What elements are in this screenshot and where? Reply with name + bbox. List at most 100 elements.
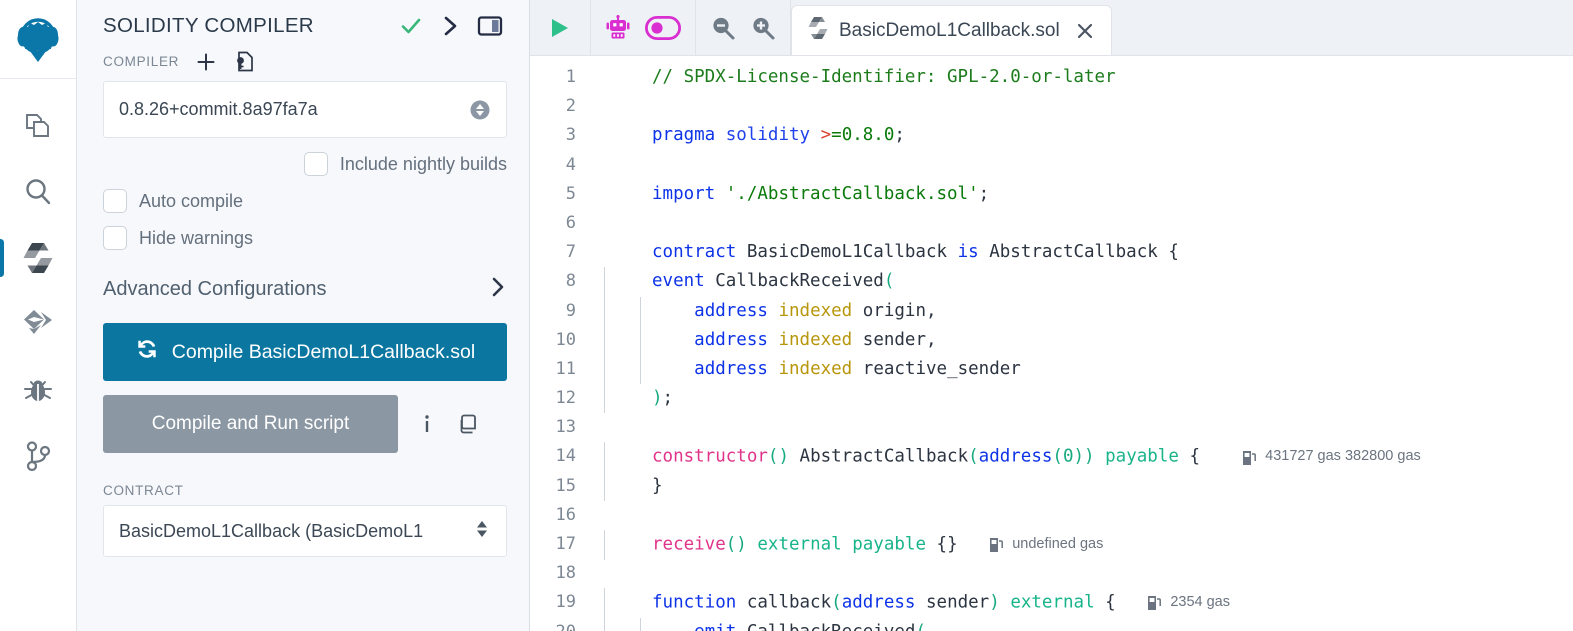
code-line: 9 address indexed origin,: [530, 296, 1573, 326]
gas-estimate: undefined gas: [989, 530, 1103, 559]
solidity-compiler-panel: SOLIDITY COMPILER COMPILER 0.8.26+commit…: [77, 0, 530, 631]
gas-pump-icon: [1243, 450, 1257, 465]
hide-warnings-row: Hide warnings: [77, 213, 529, 250]
indent-guide: [640, 617, 641, 631]
sidebar-item-git[interactable]: [0, 423, 77, 489]
sidebar-item-debugger[interactable]: [0, 357, 77, 423]
code-line: 13: [530, 413, 1573, 442]
select-spinner-icon: [469, 99, 491, 121]
line-number: 8: [565, 271, 576, 292]
line-content: address indexed reactive_sender: [604, 354, 1573, 385]
code-line: 11 address indexed reactive_sender: [530, 354, 1573, 385]
code-line: 7 contract BasicDemoL1Callback is Abstrac…: [530, 238, 1573, 267]
include-nightly-builds-checkbox[interactable]: [303, 152, 328, 176]
code-line: 6: [530, 209, 1573, 238]
rail-icon-list: [0, 79, 77, 489]
gas-pump-icon: [990, 538, 1004, 553]
code-line: 5 import './AbstractCallback.sol';: [530, 180, 1573, 209]
line-number: 12: [555, 388, 576, 409]
toolbar-group-zoom: [696, 0, 791, 55]
hide-warnings-checkbox[interactable]: [103, 226, 127, 250]
line-number: 6: [565, 212, 576, 233]
line-number: 4: [565, 154, 576, 175]
indent-guide: [604, 384, 605, 414]
line-content: pragma solidity >=0.8.0;: [652, 125, 905, 146]
play-icon[interactable]: [546, 15, 572, 41]
code-area[interactable]: 1 // SPDX-License-Identifier: GPL-2.0-or-…: [530, 56, 1573, 631]
file-key-icon[interactable]: [233, 50, 255, 73]
code-line: 16: [530, 501, 1573, 530]
code-editor: BasicDemoL1Callback.sol 1 // SPDX-License…: [530, 0, 1573, 631]
contract-label: CONTRACT: [103, 483, 184, 498]
line-number: 9: [565, 300, 576, 321]
git-branch-icon: [26, 441, 51, 472]
robot-icon[interactable]: [605, 14, 631, 41]
compiler-version-select[interactable]: 0.8.26+commit.8a97fa7a: [103, 81, 507, 138]
compile-and-run-row: Compile and Run script: [103, 395, 507, 453]
line-content: );: [604, 384, 1573, 414]
page-title: SOLIDITY COMPILER: [103, 14, 314, 37]
line-number: 10: [555, 329, 576, 350]
sidebar-item-search[interactable]: [0, 159, 77, 225]
sidebar-item-deploy-run[interactable]: [0, 291, 77, 357]
auto-compile-checkbox[interactable]: [103, 189, 127, 213]
remix-logo-icon: [17, 18, 59, 62]
line-number: 13: [555, 417, 576, 438]
compiler-version-select-wrap: 0.8.26+commit.8a97fa7a: [103, 81, 507, 138]
editor-toolbar: BasicDemoL1Callback.sol: [530, 0, 1573, 56]
copy-icon[interactable]: [453, 412, 485, 436]
contract-select-spinner-icon: [473, 518, 491, 545]
panel-header-icons: [399, 14, 507, 38]
gas-estimate: 2354 gas: [1147, 588, 1230, 617]
line-number: 1: [565, 67, 576, 87]
auto-compile-label: Auto compile: [139, 190, 244, 211]
tab-basicdemol1callback[interactable]: BasicDemoL1Callback.sol: [791, 5, 1112, 55]
line-number: 5: [565, 183, 576, 204]
compile-and-run-label: Compile and Run script: [151, 413, 350, 434]
line-content: }: [604, 471, 1573, 501]
code-line: 8 event CallbackReceived(: [530, 267, 1573, 297]
check-icon[interactable]: [399, 14, 423, 38]
sidebar-item-file-explorer[interactable]: [0, 93, 77, 159]
zoom-out-icon[interactable]: [710, 15, 736, 41]
contract-select[interactable]: BasicDemoL1Callback (BasicDemoL1: [103, 505, 507, 557]
compile-button-label: Compile BasicDemoL1Callback.sol: [171, 340, 476, 363]
line-number: 2: [565, 96, 576, 117]
chevron-right-icon[interactable]: [440, 15, 460, 37]
panel-layout-icon[interactable]: [477, 14, 503, 38]
toggle-on-icon[interactable]: [645, 15, 681, 40]
sidebar-item-solidity-compiler[interactable]: [0, 225, 77, 291]
advanced-configurations-toggle[interactable]: Advanced Configurations: [103, 276, 507, 303]
line-content: // SPDX-License-Identifier: GPL-2.0-or-l…: [652, 67, 1116, 87]
line-content: emit CallbackReceived(: [604, 617, 1573, 631]
panel-header: SOLIDITY COMPILER: [77, 0, 529, 44]
solidity-file-icon: [808, 16, 828, 45]
plus-icon[interactable]: [195, 51, 217, 73]
indent-guide: [604, 530, 605, 560]
line-number: 11: [555, 358, 576, 379]
code-line: 14 constructor() AbstractCallback(address…: [530, 442, 1573, 473]
zoom-in-icon[interactable]: [750, 15, 776, 41]
compiler-label: COMPILER: [103, 54, 180, 69]
tab-label: BasicDemoL1Callback.sol: [839, 19, 1060, 41]
line-number: 15: [555, 475, 576, 496]
ethereum-icon: [24, 310, 52, 334]
files-icon: [26, 114, 49, 137]
line-content: address indexed sender,: [604, 325, 1573, 355]
code-line: 12);: [530, 384, 1573, 414]
indent-guide: [604, 325, 605, 355]
line-content: address indexed origin,: [604, 296, 1573, 326]
line-number: 19: [555, 592, 576, 613]
close-icon[interactable]: [1075, 21, 1095, 41]
remix-logo[interactable]: [0, 0, 77, 79]
line-content: event CallbackReceived(: [604, 267, 1573, 297]
bug-icon: [24, 380, 52, 401]
indent-guide: [604, 588, 605, 619]
toolbar-group-ai: [591, 0, 696, 55]
line-number: 18: [555, 563, 576, 584]
solidity-icon: [23, 243, 53, 273]
compile-button[interactable]: Compile BasicDemoL1Callback.sol: [103, 323, 507, 381]
line-content: import './AbstractCallback.sol';: [652, 183, 990, 204]
info-icon[interactable]: [411, 412, 443, 436]
compile-and-run-button[interactable]: Compile and Run script: [103, 395, 398, 453]
